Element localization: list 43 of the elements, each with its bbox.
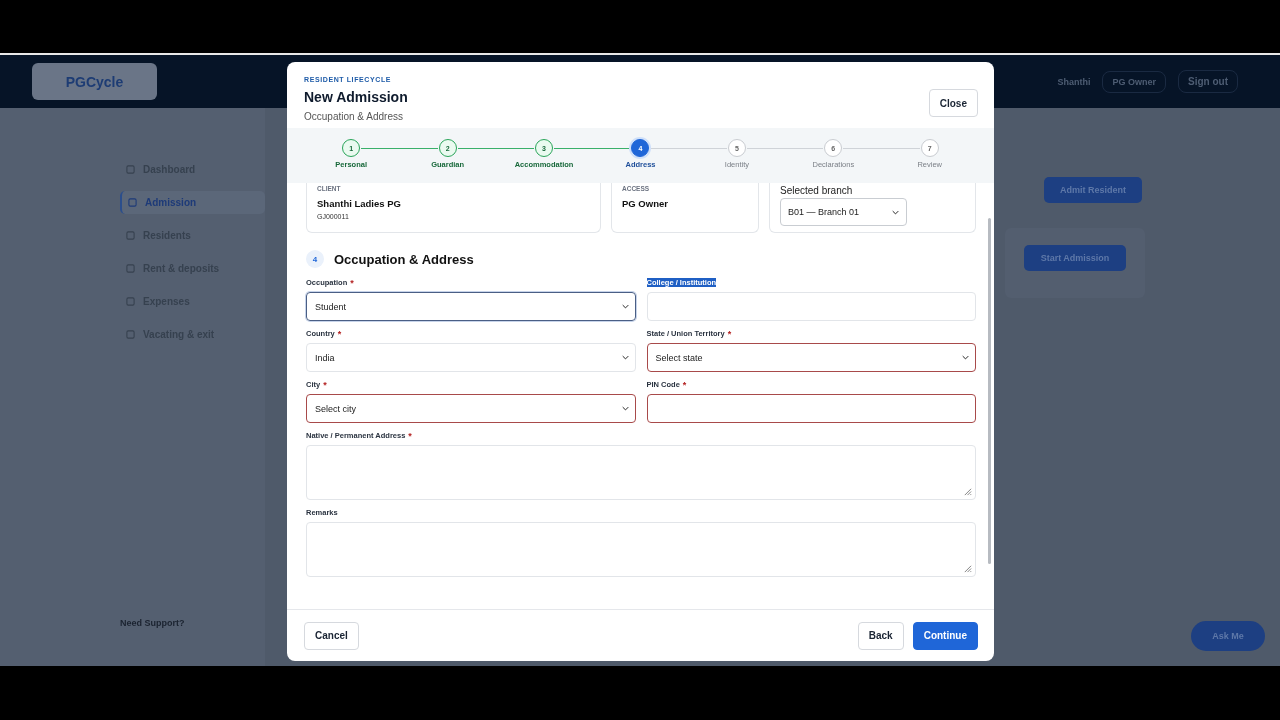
chevron-icon [621,406,629,411]
continue-button[interactable]: Continue [912,621,978,650]
access-role: PG Owner [622,198,669,209]
resize-handle-icon[interactable] [963,487,972,496]
required-mark: * [323,379,327,390]
text-area[interactable] [306,522,976,577]
cancel-button[interactable]: Cancel [304,621,359,650]
role-badge: PG Owner [1102,70,1166,93]
select-field[interactable]: Student [306,292,636,321]
required-mark: * [408,430,412,441]
select-field[interactable]: Select city [306,394,636,423]
section-number: 4 [306,250,324,268]
square-icon [126,264,135,273]
chevron-icon [621,355,629,360]
select-field[interactable]: India [306,343,636,372]
chevron-icon [621,304,629,309]
select-field[interactable]: Select state [646,343,976,372]
square-icon [128,198,137,207]
close-button[interactable]: Close [928,89,978,117]
input-field[interactable] [646,394,976,423]
back-button[interactable]: Back [857,621,904,650]
dialog-title: New Admission [304,89,408,105]
section-title: Occupation & Address [334,251,474,267]
chevron-icon [892,209,899,215]
square-icon [126,165,135,174]
required-mark: * [682,379,687,390]
branch-select[interactable]: B01 — Branch 01 [780,198,907,226]
support-title: Need Support? [120,618,186,628]
branch-label: Selected branch [780,185,854,196]
client-name: Shanthi Ladies PG [317,198,402,209]
square-icon [126,330,135,339]
required-mark: * [727,328,732,339]
square-icon [126,231,135,240]
required-mark: * [337,328,342,339]
required-mark: * [350,277,354,288]
resize-handle-icon[interactable] [963,564,972,573]
chevron-icon [962,355,969,360]
text-area[interactable] [306,445,976,500]
dialog-subtitle: Occupation & Address [304,111,404,122]
scrollbar[interactable] [988,218,991,564]
user-name: Shanthi [1057,76,1091,87]
square-icon [126,297,135,306]
logo: PGCycle [32,63,157,100]
